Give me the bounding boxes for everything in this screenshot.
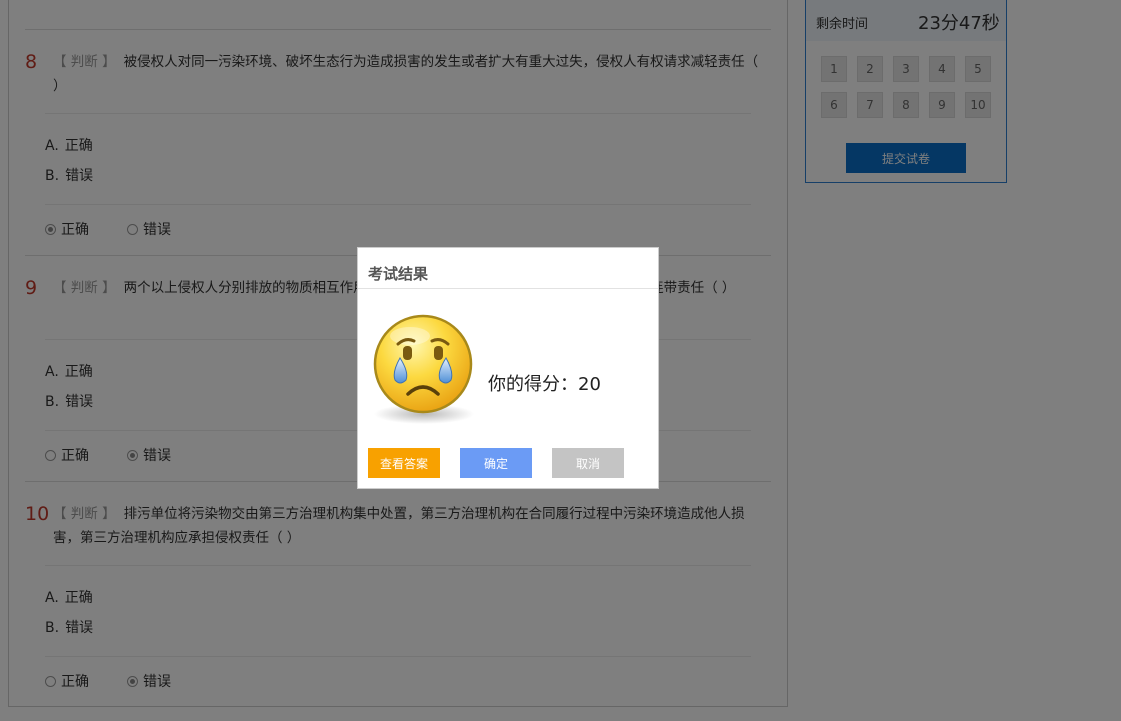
exam-result-dialog: 考试结果 你的得分：20 查看答案 确定 取消 [357, 247, 659, 489]
confirm-button[interactable]: 确定 [460, 448, 532, 478]
dialog-title: 考试结果 [368, 265, 429, 283]
dialog-title-divider [358, 288, 658, 289]
score-text: 你的得分：20 [488, 374, 601, 395]
crying-face-icon [373, 314, 474, 424]
cancel-button[interactable]: 取消 [552, 448, 624, 478]
view-answers-button[interactable]: 查看答案 [368, 448, 440, 478]
